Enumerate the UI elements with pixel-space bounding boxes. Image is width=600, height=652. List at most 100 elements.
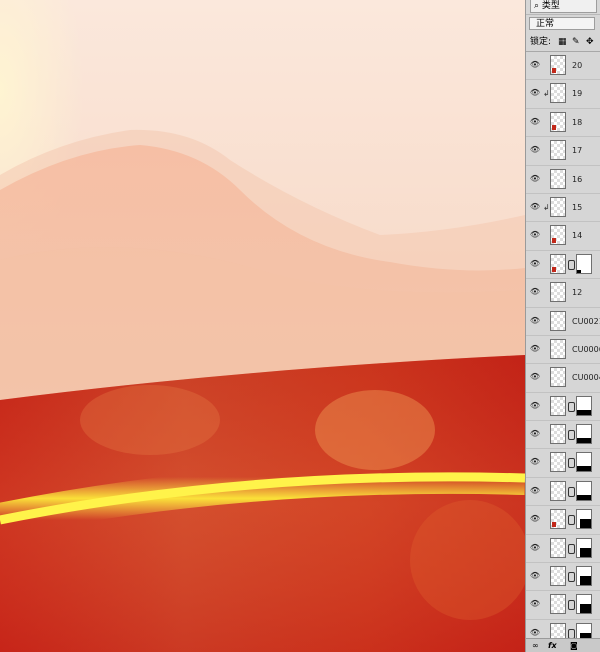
layer-name: 18 (572, 117, 583, 127)
layer-mask-thumbnail[interactable] (576, 537, 592, 558)
visibility-eye-icon[interactable]: 👁︎ (528, 88, 542, 98)
visibility-eye-icon[interactable]: 👁︎ (528, 401, 542, 411)
layer-row[interactable]: 👁︎ ↲ 19 (526, 80, 600, 109)
visibility-eye-icon[interactable]: 👁︎ (528, 571, 542, 581)
layer-row[interactable]: 👁︎ (526, 591, 600, 620)
mask-link-icon[interactable] (568, 458, 575, 469)
layer-row[interactable]: 👁︎ (526, 506, 600, 535)
visibility-eye-icon[interactable]: 👁︎ (528, 457, 542, 467)
mask-link-icon[interactable] (568, 430, 575, 441)
layer-row[interactable]: 👁︎ (526, 534, 600, 564)
lock-paint-icon[interactable]: ✎ (572, 34, 580, 51)
layer-thumbnail (550, 509, 566, 530)
fx-icon[interactable]: fx (548, 639, 557, 652)
layer-mask-thumbnail[interactable] (576, 480, 592, 501)
layer-row[interactable]: 👁︎ (526, 449, 600, 478)
visibility-eye-icon[interactable]: 👁︎ (528, 287, 542, 297)
layer-row[interactable]: 👁︎ (526, 250, 600, 280)
layers-panel: ⌕ 类型 正常 锁定: ▦ ✎ ✥ 👁︎ 20 👁︎ ↲ 19 👁︎ 18 👁︎ 17 👁︎ 16 👁… (525, 0, 600, 652)
visibility-eye-icon[interactable]: 👁︎ (528, 514, 542, 524)
visibility-eye-icon[interactable]: 👁︎ (528, 230, 542, 240)
layer-name: 16 (572, 174, 583, 184)
visibility-eye-icon[interactable]: 👁︎ (528, 543, 542, 553)
layer-name: 15 (572, 202, 583, 212)
layer-mask-thumbnail[interactable] (576, 253, 592, 274)
layer-thumbnail (550, 168, 566, 189)
visibility-eye-icon[interactable]: 👁︎ (528, 60, 542, 70)
layer-mask-thumbnail[interactable] (576, 509, 592, 530)
visibility-eye-icon[interactable]: 👁︎ (528, 145, 542, 155)
layer-mask-thumbnail[interactable] (576, 424, 592, 445)
clipping-mask-icon: ↲ (543, 89, 550, 99)
visibility-eye-icon[interactable]: 👁︎ (528, 174, 542, 184)
layer-name: CU0006 (572, 344, 600, 354)
layer-row[interactable]: 👁︎ CU0006 (526, 335, 600, 365)
visibility-eye-icon[interactable]: 👁︎ (528, 486, 542, 496)
layers-footer: ∞ fx ◙ (526, 638, 600, 652)
lock-label: 锁定: (530, 37, 552, 47)
layer-mask-thumbnail[interactable] (576, 566, 592, 587)
layer-name: CU0021 (572, 316, 600, 326)
layer-thumbnail (550, 395, 566, 416)
layer-name: 17 (572, 146, 583, 156)
search-icon: ⌕ (534, 1, 540, 11)
layer-row[interactable]: 👁︎ ↲ 15 (526, 193, 600, 223)
layer-name: 19 (572, 89, 583, 99)
layer-row[interactable]: 👁︎ (526, 421, 600, 450)
layer-thumbnail (550, 338, 566, 359)
layer-thumbnail (550, 452, 566, 473)
visibility-eye-icon[interactable]: 👁︎ (528, 117, 542, 127)
mask-link-icon[interactable] (568, 572, 575, 583)
layer-mask-thumbnail[interactable] (576, 395, 592, 416)
layer-thumbnail (550, 424, 566, 445)
visibility-eye-icon[interactable]: 👁︎ (528, 372, 542, 382)
mask-link-icon[interactable] (568, 401, 575, 412)
visibility-eye-icon[interactable]: 👁︎ (528, 628, 542, 638)
layer-name: 20 (572, 61, 583, 70)
visibility-eye-icon[interactable]: 👁︎ (528, 202, 542, 212)
layer-filter-select[interactable]: ⌕ 类型 (530, 0, 597, 13)
layer-thumbnail (550, 537, 566, 558)
visibility-eye-icon[interactable]: 👁︎ (528, 259, 542, 269)
layer-row[interactable]: 👁︎ 14 (526, 222, 600, 251)
visibility-eye-icon[interactable]: 👁︎ (528, 429, 542, 439)
lock-transparent-icon[interactable]: ▦ (558, 34, 567, 51)
layer-row[interactable]: 👁︎ CU0004 (526, 364, 600, 393)
blend-mode-bar: 正常 (526, 15, 600, 33)
link-icon[interactable]: ∞ (532, 639, 539, 652)
layer-name: CU0004 (572, 373, 600, 383)
mask-link-icon[interactable] (568, 600, 575, 611)
layer-row[interactable]: 👁︎ (526, 477, 600, 507)
layer-row[interactable]: 👁︎ 18 (526, 108, 600, 138)
document-canvas[interactable] (0, 0, 525, 652)
visibility-eye-icon[interactable]: 👁︎ (528, 316, 542, 326)
layer-thumbnail (550, 55, 566, 75)
mask-link-icon[interactable] (568, 486, 575, 497)
layer-row[interactable]: 👁︎ 12 (526, 279, 600, 308)
layer-thumbnail (550, 282, 566, 303)
layers-list: 👁︎ 20 👁︎ ↲ 19 👁︎ 18 👁︎ 17 👁︎ 16 👁︎ ↲ 15 👁︎ 14 👁︎ 👁︎ 12 👁︎ CU… (526, 52, 600, 652)
layer-row[interactable]: 👁︎ 17 (526, 137, 600, 166)
layer-thumbnail (550, 83, 566, 104)
layer-thumbnail (550, 253, 566, 274)
mask-link-icon[interactable] (568, 259, 575, 270)
lock-move-icon[interactable]: ✥ (586, 34, 594, 51)
mask-link-icon[interactable] (568, 515, 575, 526)
mask-link-icon[interactable] (568, 543, 575, 554)
layer-row[interactable]: 👁︎ 16 (526, 165, 600, 194)
layer-row[interactable]: 👁︎ (526, 392, 600, 422)
blend-mode-select[interactable]: 正常 (529, 17, 595, 30)
layer-mask-thumbnail[interactable] (576, 452, 592, 473)
layer-filter-bar: ⌕ 类型 (526, 0, 600, 15)
layer-thumbnail (550, 196, 566, 217)
layer-thumbnail (550, 225, 566, 246)
layer-thumbnail (550, 367, 566, 388)
layer-row[interactable]: 👁︎ 20 (526, 52, 600, 81)
layer-row[interactable]: 👁︎ (526, 563, 600, 592)
visibility-eye-icon[interactable]: 👁︎ (528, 344, 542, 354)
add-mask-icon[interactable]: ◙ (570, 639, 578, 652)
layer-row[interactable]: 👁︎ CU0021 (526, 307, 600, 336)
visibility-eye-icon[interactable]: 👁︎ (528, 599, 542, 609)
layer-mask-thumbnail[interactable] (576, 594, 592, 615)
layer-thumbnail (550, 310, 566, 331)
